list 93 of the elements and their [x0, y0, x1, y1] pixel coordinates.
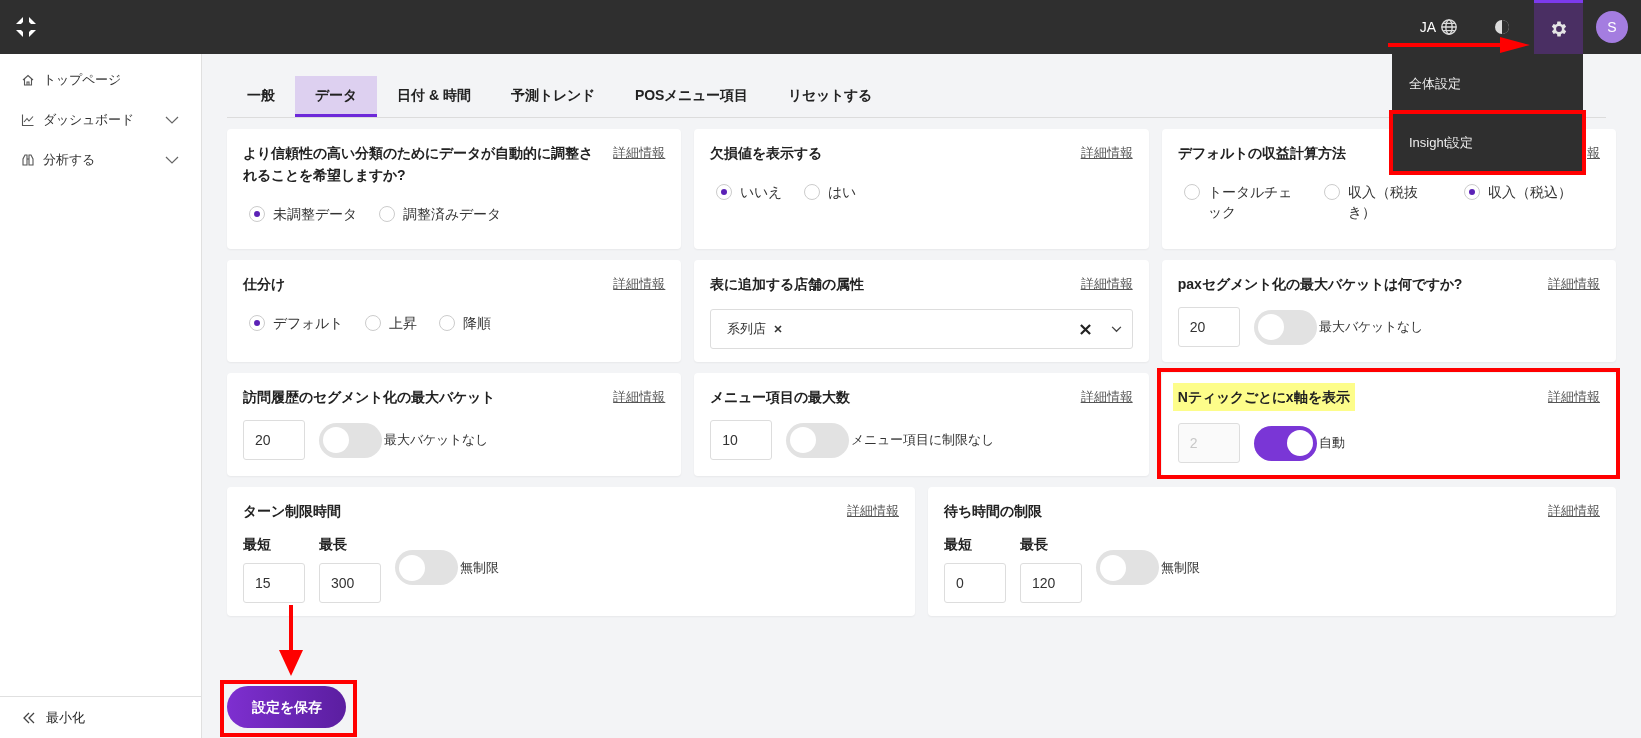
tab[interactable]: リセットする: [768, 76, 893, 117]
radio-option[interactable]: 降順: [439, 313, 491, 333]
toggle-label: メニュー項目に制限なし: [851, 431, 995, 450]
number-field[interactable]: 15: [243, 563, 305, 603]
tab[interactable]: データ: [295, 76, 377, 117]
toggle-switch[interactable]: [1253, 309, 1317, 345]
radio-button[interactable]: [365, 315, 381, 331]
home-icon: [21, 73, 35, 87]
card-title: 待ち時間の制限: [944, 502, 1042, 521]
clear-icon[interactable]: [1079, 323, 1091, 335]
card-title: メニュー項目の最大数: [710, 388, 851, 407]
card-title: paxセグメント化の最大バケットは何ですか?: [1177, 275, 1463, 294]
toggle-switch[interactable]: [1096, 550, 1159, 585]
radio-button[interactable]: [1183, 184, 1200, 200]
field-label: 最短: [944, 535, 973, 554]
menu-item[interactable]: 全体設定: [1392, 54, 1583, 113]
radio-button[interactable]: [804, 184, 821, 200]
card-title: 仕分け: [243, 275, 285, 294]
card-title: デフォルトの収益計算方法: [1177, 144, 1346, 163]
radio-option[interactable]: トータルチェック: [1183, 182, 1302, 222]
number-field[interactable]: 0: [944, 563, 1006, 603]
radio-option[interactable]: いいえ: [716, 182, 783, 202]
binoculars-icon: [21, 153, 35, 167]
info-link[interactable]: 詳細情報: [1080, 386, 1133, 408]
field-label: 最長: [1020, 535, 1049, 554]
radio-button[interactable]: [1463, 184, 1480, 200]
toggle-label: 無制限: [460, 558, 499, 577]
number-field[interactable]: 20: [243, 420, 305, 460]
radio-option[interactable]: 調整済みデータ: [379, 204, 501, 224]
info-link[interactable]: 報: [1587, 142, 1600, 164]
radio-option[interactable]: デフォルト: [249, 313, 343, 333]
card-title: Nティックごとにx軸を表示: [1172, 383, 1355, 411]
logo-icon: [14, 15, 38, 39]
card-title: より信頼性の高い分類のためにデータが自動的に調整されることを希望しますか?: [243, 144, 594, 185]
radio-option[interactable]: 収入（税込）: [1463, 182, 1582, 202]
radio-option[interactable]: 収入（税抜き）: [1323, 182, 1442, 222]
double-chevron-left-icon[interactable]: [22, 710, 36, 725]
card-title: 訪問履歴のセグメント化の最大バケット: [243, 388, 495, 407]
globe-icon[interactable]: [1440, 18, 1458, 36]
toggle-label: 最大バケットなし: [384, 431, 488, 450]
chart-icon: [21, 113, 35, 127]
card-title: 欠損値を表示する: [710, 144, 823, 163]
tab[interactable]: 一般: [227, 76, 295, 117]
radio-button[interactable]: [439, 315, 455, 331]
radio-button[interactable]: [249, 315, 265, 331]
settings-button[interactable]: [1534, 0, 1583, 54]
multi-select-field[interactable]: 系列店: [710, 309, 1133, 349]
tag-label: 系列店: [727, 320, 767, 339]
info-link[interactable]: 詳細情報: [613, 386, 666, 408]
toggle-label: 自動: [1318, 434, 1345, 453]
chevron-down-icon: [165, 156, 179, 164]
save-button[interactable]: 設定を保存: [227, 686, 346, 728]
chevron-down-icon: [165, 116, 179, 124]
annotation-arrow: [279, 605, 303, 676]
field-label: 最短: [243, 535, 272, 554]
radio-button[interactable]: [716, 184, 733, 200]
radio-button[interactable]: [1323, 184, 1340, 200]
info-link[interactable]: 詳細情報: [1548, 273, 1600, 295]
info-link[interactable]: 詳細情報: [1548, 500, 1600, 522]
number-field[interactable]: 300: [319, 563, 381, 603]
toggle-switch[interactable]: [319, 422, 382, 458]
info-link[interactable]: 詳細情報: [1080, 142, 1133, 164]
toggle-switch[interactable]: [395, 550, 458, 585]
remove-tag-icon[interactable]: [774, 325, 783, 333]
info-link[interactable]: 詳細情報: [613, 142, 666, 164]
number-field[interactable]: 20: [1177, 307, 1240, 347]
radio-option[interactable]: 未調整データ: [249, 204, 357, 224]
theme-icon[interactable]: [1494, 19, 1510, 35]
number-field[interactable]: 120: [1020, 563, 1082, 603]
tab[interactable]: 日付 & 時間: [377, 76, 491, 117]
language-label[interactable]: JA: [1419, 16, 1436, 38]
info-link[interactable]: 詳細情報: [1080, 273, 1133, 295]
sidebar-item[interactable]: 分析する: [0, 140, 201, 180]
field-label: 最長: [319, 535, 348, 554]
card-title: 表に追加する店舗の属性: [710, 275, 865, 294]
toggle-label: 最大バケットなし: [1318, 318, 1423, 337]
tab[interactable]: 予測トレンド: [490, 76, 615, 117]
collapse-label[interactable]: 最小化: [46, 707, 85, 728]
toggle-label: 無制限: [1161, 558, 1200, 577]
radio-option[interactable]: 上昇: [365, 313, 417, 333]
info-link[interactable]: 詳細情報: [613, 273, 666, 295]
toggle-switch[interactable]: [786, 422, 850, 458]
radio-button[interactable]: [379, 206, 395, 222]
card-title: ターン制限時間: [243, 502, 341, 521]
menu-item[interactable]: Insight設定: [1392, 113, 1583, 172]
radio-option[interactable]: はい: [804, 182, 857, 202]
chevron-down-icon[interactable]: [1110, 325, 1122, 333]
number-field[interactable]: 10: [710, 420, 773, 460]
sidebar-item[interactable]: ダッシュボード: [0, 100, 201, 140]
info-link[interactable]: 詳細情報: [847, 500, 899, 522]
tab[interactable]: POSメニュー項目: [614, 76, 769, 117]
radio-button[interactable]: [249, 206, 265, 222]
sidebar-item[interactable]: トップページ: [0, 60, 201, 100]
